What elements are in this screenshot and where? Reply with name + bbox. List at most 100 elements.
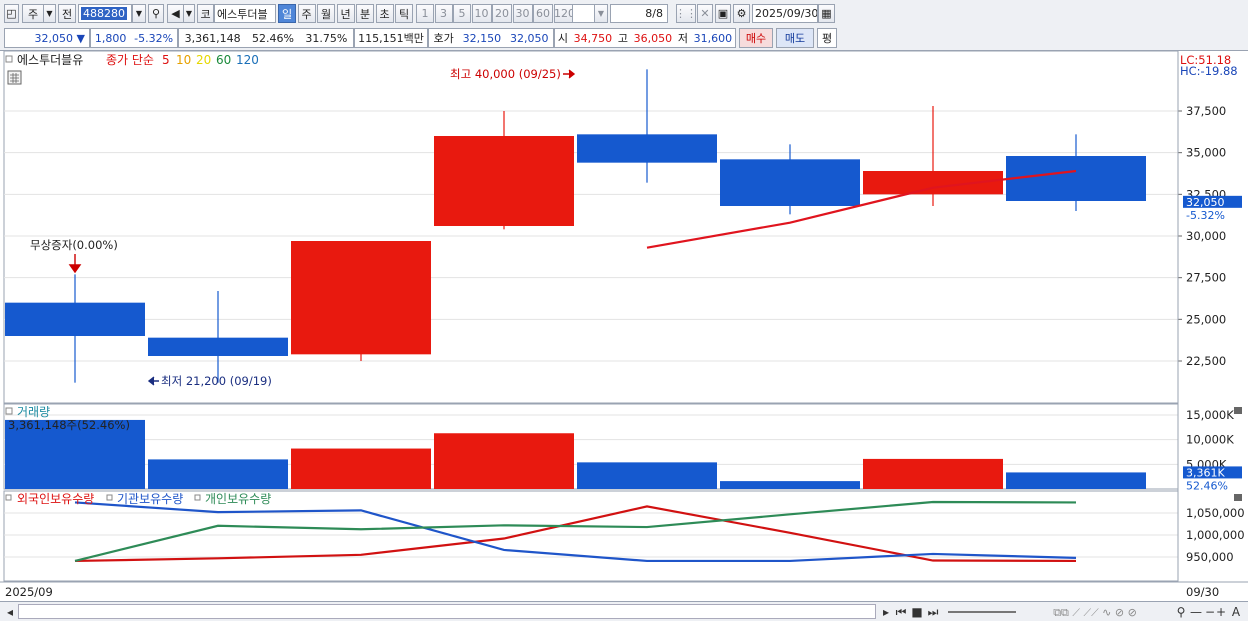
save-icon[interactable]: ▣ — [715, 4, 731, 23]
interval-button[interactable]: 3 — [434, 4, 453, 23]
last-page-icon[interactable]: ⏭ — [926, 605, 940, 620]
stop-icon[interactable]: ■ — [910, 605, 924, 620]
interval-dropdown-icon[interactable]: ▼ — [594, 4, 608, 23]
crosshair-icon[interactable]: ✕ — [697, 4, 713, 23]
period-button[interactable]: 분 — [356, 4, 374, 23]
date-input[interactable]: 2025/09/30 — [752, 4, 818, 23]
interval-button[interactable]: 20 — [492, 4, 512, 23]
jeon-button[interactable]: 전 — [58, 4, 76, 23]
ko-label: 코 — [200, 7, 211, 21]
price-tick-label: 25,000 — [1186, 312, 1226, 326]
low-arrow-icon — [147, 376, 159, 386]
quote-bid: 32,050 — [510, 31, 549, 45]
candle-body — [577, 134, 717, 163]
page-counter[interactable]: 8/8 — [610, 4, 668, 23]
candle-body — [1006, 156, 1146, 201]
plus-icon[interactable]: + — [1214, 605, 1228, 620]
zoom-icon[interactable]: ⚲ — [1174, 605, 1188, 620]
candle-body — [5, 302, 145, 336]
minus-icon[interactable]: — — [1190, 605, 1202, 620]
quote-price: 32,050 — [34, 31, 74, 45]
avg-label: 평 — [821, 32, 833, 45]
event-arrow-icon — [68, 254, 82, 274]
hc-label: HC:-19.88 — [1180, 64, 1238, 78]
legend-ma120: 120 — [236, 53, 259, 67]
zoom-slider[interactable] — [948, 611, 1016, 613]
scroll-track[interactable] — [18, 604, 876, 619]
sell-button[interactable]: 매도 — [776, 28, 814, 48]
font-size-icon[interactable]: A — [1230, 605, 1242, 620]
code-value: 488280 — [81, 7, 127, 20]
interval-button[interactable]: 1 — [416, 4, 434, 23]
calendar-icon[interactable]: ▦ — [818, 4, 835, 23]
candle-body — [720, 159, 860, 206]
compare-icon[interactable]: ⋮⋮ — [676, 4, 696, 23]
market-label: 주 — [27, 7, 39, 21]
jeon-label: 전 — [61, 7, 73, 21]
speaker-icon[interactable]: ◀ — [167, 4, 184, 23]
buy-button[interactable]: 매수 — [739, 28, 773, 48]
volume-bar — [434, 433, 574, 489]
period-button[interactable]: 일 — [278, 4, 296, 23]
legend-ma10: 10 — [176, 53, 191, 67]
stock-name-field[interactable]: 에스투더블 — [214, 4, 276, 23]
interval-button[interactable]: 10 — [471, 4, 492, 23]
price-tick-label: 37,500 — [1186, 104, 1226, 118]
quote-hoga-box: 호가 32,150 32,050 — [428, 28, 554, 48]
interval-button[interactable]: 5 — [453, 4, 471, 23]
quote-ask: 32,150 — [462, 31, 502, 45]
foreign-legend: 외국인보유수량 — [17, 492, 94, 506]
gear-icon[interactable]: ⚙ — [733, 4, 750, 23]
interval-button[interactable]: 60 — [533, 4, 553, 23]
main-toolbar: ◰ 주 ▼ 전 488280 ▼ ⚲ ◀ ▼ 코 에스투더블 일주월년분초틱 1… — [0, 0, 1248, 24]
first-page-icon[interactable]: ⏮ — [894, 605, 908, 620]
code-dropdown-icon[interactable]: ▼ — [132, 4, 146, 23]
high-arrow-icon — [563, 69, 576, 79]
current-price-pct: -5.32% — [1186, 209, 1225, 222]
chart-area[interactable]: 37,500 35,000 32,500 30,000 27,500 25,000 22,5… — [0, 50, 1248, 602]
period-button[interactable]: 틱 — [395, 4, 413, 23]
date-axis-end: 09/30 — [1186, 585, 1219, 599]
price-tick-label: 35,000 — [1186, 146, 1226, 160]
layout-icon[interactable]: ◰ — [4, 4, 19, 23]
interval-button[interactable]: 30 — [512, 4, 533, 23]
period-button[interactable]: 주 — [297, 4, 316, 23]
table-icon[interactable] — [7, 70, 22, 85]
chart-svg[interactable]: 37,50035,00032,50030,00027,50025,00022,5… — [0, 50, 1248, 603]
volume-value-label: 3,361,148주(52.46%) — [8, 418, 130, 432]
holding-tick-label: 1,050,000 — [1186, 506, 1245, 520]
low-annotation: 최저 21,200 (09/19) — [161, 374, 272, 388]
volume-bar — [863, 458, 1003, 489]
foreign-legend-box-icon — [5, 494, 12, 501]
speaker-dropdown-icon[interactable]: ▼ — [183, 4, 195, 23]
legend-box-icon — [5, 55, 13, 63]
search-icon[interactable]: ⚲ — [148, 4, 164, 23]
quote-volume-ratio: 52.46% — [252, 31, 294, 45]
period-button[interactable]: 년 — [336, 4, 355, 23]
holding-close-icon[interactable] — [1234, 494, 1242, 501]
foreign-holding-line — [74, 505, 1077, 563]
market-select[interactable]: 주 — [22, 4, 44, 23]
market-dropdown-icon[interactable]: ▼ — [43, 4, 56, 23]
avg-button[interactable]: 평 — [817, 28, 837, 48]
stock-name: 에스투더블 — [217, 7, 268, 21]
page-counter-label: 8/8 — [645, 7, 663, 20]
institution-legend: 기관보유수량 — [117, 492, 183, 506]
code-input[interactable]: 488280 — [78, 4, 132, 23]
down-arrow-icon: ▼ — [76, 31, 85, 45]
quote-low: 31,600 — [693, 31, 733, 45]
candle-body — [434, 136, 574, 226]
period-button[interactable]: 월 — [317, 4, 335, 23]
scroll-bar[interactable]: ◂ ▸ ⏮ ■ ⏭ ⧉⧉ ⟋ ⟋⟋ ∿ ⊘ ⊘ ⚲ — − + A — [0, 601, 1248, 621]
buy-label: 매수 — [745, 32, 767, 45]
quote-volume: 3,361,148 — [184, 31, 241, 45]
scroll-left-icon[interactable]: ◂ — [4, 605, 16, 620]
period-button[interactable]: 초 — [375, 4, 394, 23]
tool-icons[interactable]: ⧉⧉ ⟋ ⟋⟋ ∿ ⊘ ⊘ — [1020, 605, 1170, 620]
scroll-right-icon[interactable]: ▸ — [880, 605, 892, 620]
sell-label: 매도 — [784, 32, 806, 45]
ko-button[interactable]: 코 — [197, 4, 214, 23]
volume-close-icon[interactable] — [1234, 407, 1242, 414]
legend-ma5: 5 — [162, 53, 170, 67]
quote-ohl-box: 시 34,750 고 36,050 저 31,600 — [554, 28, 736, 48]
